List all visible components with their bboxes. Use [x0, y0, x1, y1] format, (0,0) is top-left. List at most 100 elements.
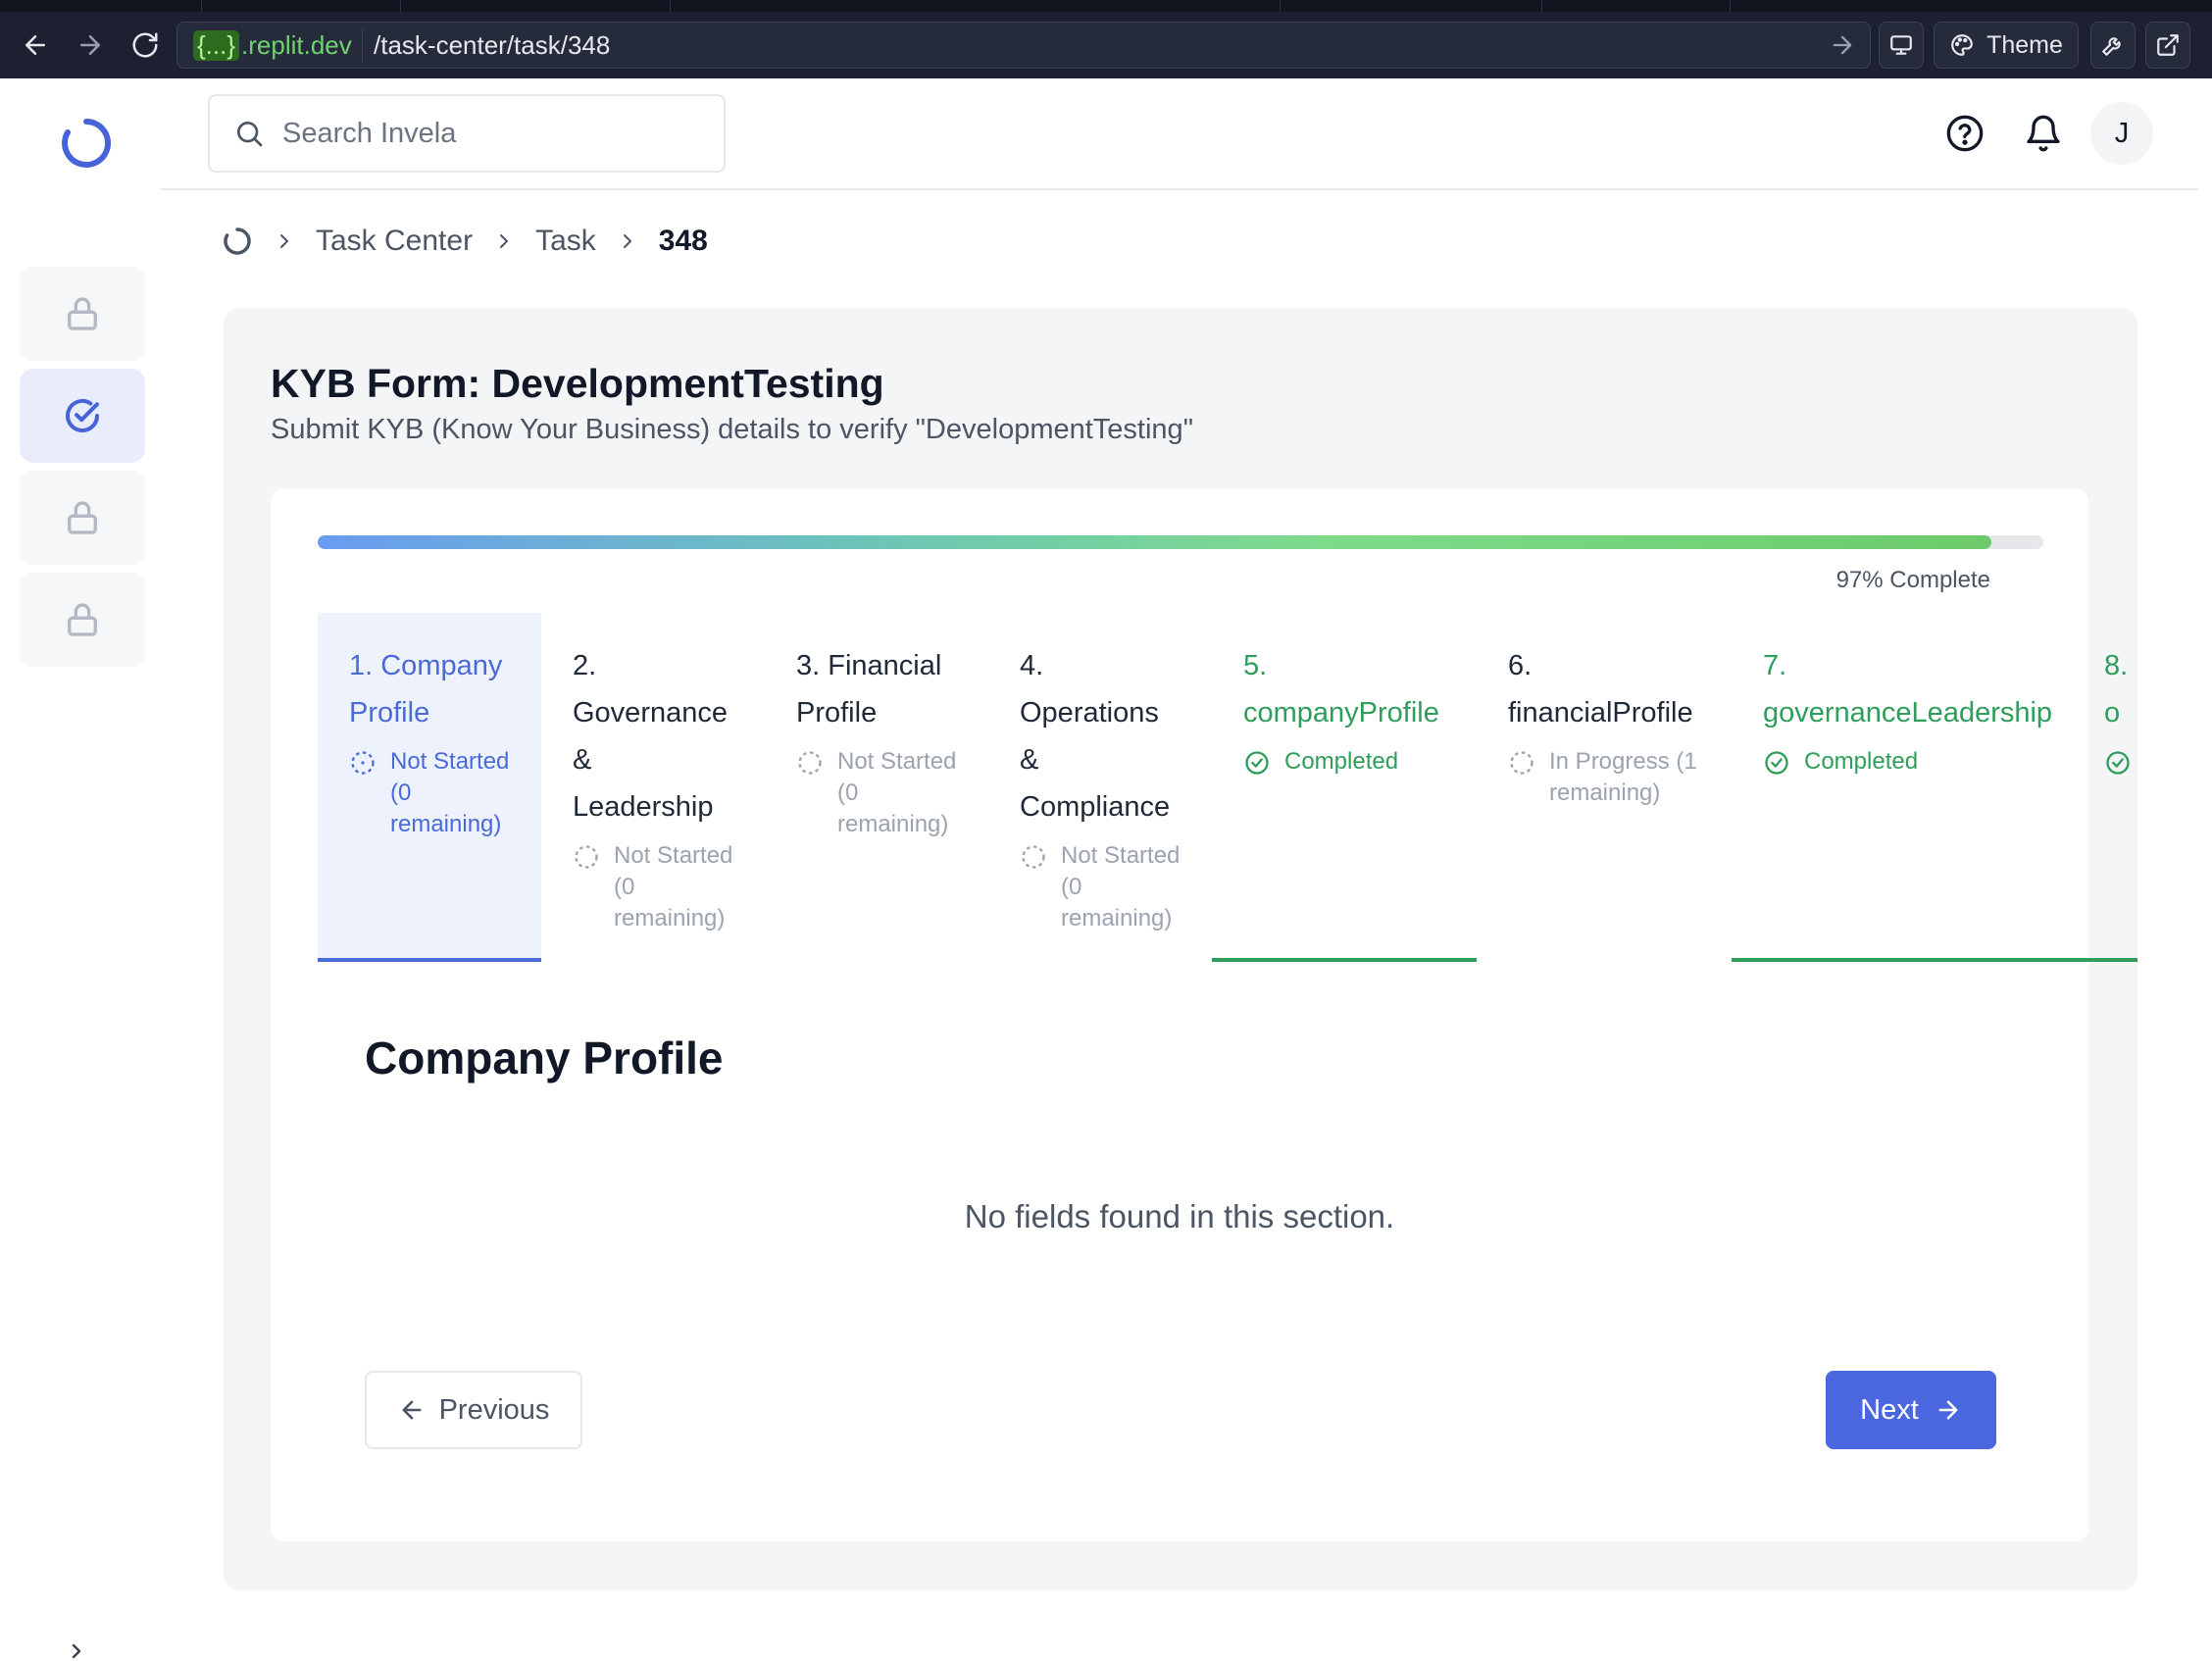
breadcrumb: Task Center Task 348 [222, 218, 708, 265]
tab-title: 5. companyProfile [1243, 650, 1439, 729]
previous-label: Previous [438, 1393, 550, 1426]
chevron-right-icon [500, 234, 509, 248]
dashed-circle-icon [1022, 845, 1045, 869]
tab-status-text: Completed [1804, 748, 1919, 775]
sidebar-item-task-center[interactable] [20, 369, 145, 463]
lock-icon [68, 501, 97, 534]
arrow-right-icon[interactable] [1829, 31, 1856, 59]
sidebar-item-locked-1[interactable] [20, 267, 145, 361]
tab-title: 8. o [2104, 650, 2128, 729]
completed-tab-underline [1212, 958, 1477, 962]
progress-bar [318, 535, 2043, 549]
back-button[interactable] [16, 25, 55, 65]
chevron-right-icon [280, 234, 288, 248]
theme-label: Theme [1986, 30, 2063, 59]
tab-companyprofile[interactable]: 5. companyProfile Completed [1212, 613, 1477, 962]
devtools-button[interactable] [2090, 22, 2136, 69]
chevron-right-icon [623, 234, 631, 248]
sidebar-item-locked-3[interactable] [20, 573, 145, 667]
tab-status-text: Not Started (0 remaining) [614, 842, 733, 931]
url-host-badge: {...} [193, 29, 240, 61]
tab-governance-leadership[interactable]: 2. Governance & Leadership Not Started (… [541, 613, 765, 962]
section-title: Company Profile [365, 1032, 724, 1083]
dashed-circle-icon [798, 751, 822, 775]
reload-icon [132, 32, 158, 58]
theme-button[interactable]: Theme [1934, 22, 2079, 69]
check-circle-icon [1765, 751, 1788, 775]
dashed-circle-icon [351, 751, 375, 775]
tab-status-text: Completed [1284, 748, 1399, 775]
chevron-right-icon[interactable] [65, 1639, 88, 1661]
tab-governanceleadership[interactable]: 7. governanceLeadership Completed [1732, 613, 2094, 962]
section-tabs: 1. Company Profile Not Started (0 remain… [318, 613, 2137, 962]
page-subtitle: Submit KYB (Know Your Business) details … [271, 414, 1193, 445]
dashed-circle-icon [575, 845, 598, 869]
tab-status: Completed [1763, 746, 2063, 778]
address-bar[interactable]: {...} .replit.dev /task-center/task/348 [176, 22, 1871, 69]
browser-tab-strip [0, 0, 2212, 12]
url-host-domain: .replit.dev [241, 29, 352, 60]
help-icon[interactable] [1945, 114, 1985, 153]
home-logo-icon[interactable] [222, 226, 253, 257]
arrow-right-icon [80, 35, 100, 55]
previous-button[interactable]: Previous [365, 1371, 582, 1449]
progress-fill [318, 535, 1992, 549]
open-new-tab-button[interactable] [2145, 22, 2190, 69]
sidebar [4, 78, 161, 1661]
url-path: /task-center/task/348 [374, 29, 611, 60]
tab-status: Not Started (0 remaining) [349, 746, 510, 840]
tab-status [2104, 746, 2137, 777]
active-tab-underline [318, 958, 541, 962]
search-input[interactable] [282, 117, 694, 150]
monitor-icon [1890, 35, 1912, 55]
page-title: KYB Form: DevelopmentTesting [271, 361, 884, 406]
tab-status-text: Not Started (0 remaining) [390, 748, 510, 837]
check-circle-icon [1245, 751, 1269, 775]
breadcrumb-task[interactable]: Task [535, 225, 596, 258]
forward-button[interactable] [71, 25, 110, 65]
tab-title: 6. financialProfile [1508, 650, 1693, 729]
palette-icon [1951, 34, 1973, 56]
check-circle-icon [2106, 751, 2130, 775]
tab-status: Not Started (0 remaining) [1020, 840, 1181, 934]
tab-title: 4. Operations & Compliance [1020, 650, 1171, 823]
arrow-left-icon [25, 35, 45, 55]
tab-status: Not Started (0 remaining) [796, 746, 957, 840]
tab-financialprofile[interactable]: 6. financialProfile In Progress (1 remai… [1477, 613, 1732, 962]
progress-label: 97% Complete [1835, 567, 1990, 593]
reload-button[interactable] [126, 25, 165, 65]
search-icon [237, 121, 263, 147]
breadcrumb-current: 348 [658, 225, 708, 257]
next-button[interactable]: Next [1826, 1371, 1996, 1449]
search-box[interactable] [208, 94, 726, 173]
tab-title: 3. Financial Profile [796, 650, 942, 729]
user-avatar[interactable]: J [2090, 102, 2153, 165]
dashed-circle-icon [1510, 751, 1533, 775]
tab-title: 2. Governance & Leadership [573, 650, 728, 823]
arrow-right-icon [1938, 1400, 1958, 1420]
wrench-icon [2102, 37, 2121, 56]
completed-tab-underline [2094, 958, 2137, 962]
arrow-left-icon [402, 1400, 422, 1420]
tab-title: 7. governanceLeadership [1763, 650, 2053, 729]
kyb-form-panel: KYB Form: DevelopmentTesting Submit KYB … [224, 308, 2137, 1590]
breadcrumb-task-center[interactable]: Task Center [316, 225, 473, 258]
tab-status: Not Started (0 remaining) [573, 840, 733, 934]
form-card: 97% Complete 1. Company Profile Not Star… [271, 488, 2137, 1541]
tab-status: Completed [1243, 746, 1445, 778]
tab-company-profile[interactable]: 1. Company Profile Not Started (0 remain… [318, 613, 541, 962]
browser-chrome: {...} .replit.dev /task-center/task/348 … [0, 0, 2212, 78]
sidebar-item-locked-2[interactable] [20, 471, 145, 565]
lock-icon [68, 603, 97, 636]
tab-status-text: Not Started (0 remaining) [1061, 842, 1181, 931]
empty-section-message: No fields found in this section. [964, 1198, 1395, 1234]
next-label: Next [1860, 1393, 1919, 1426]
tab-operations-compliance[interactable]: 4. Operations & Compliance Not Started (… [988, 613, 1212, 962]
tab-financial-profile[interactable]: 3. Financial Profile Not Started (0 rema… [765, 613, 988, 962]
lock-icon [68, 297, 97, 330]
tab-operations-cutoff[interactable]: 8. o [2094, 613, 2137, 962]
device-preview-button[interactable] [1879, 22, 1924, 69]
bell-icon[interactable] [2024, 114, 2063, 153]
invela-logo-icon[interactable] [59, 116, 114, 171]
tab-title: 1. Company Profile [349, 650, 503, 729]
